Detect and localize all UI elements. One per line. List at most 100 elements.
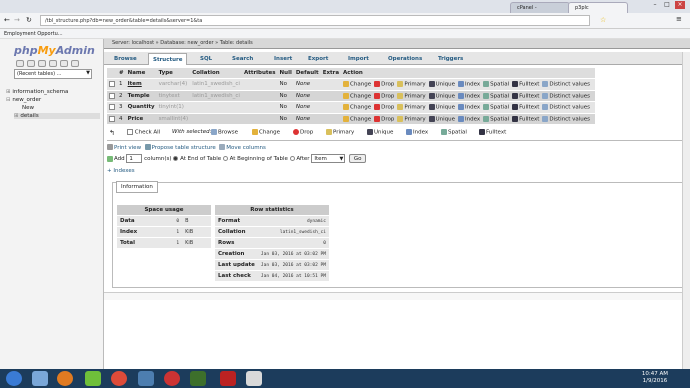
breadcrumb-server[interactable]: Server: localhost [112,40,154,46]
tab-sql[interactable]: SQL [196,53,216,65]
action-primary[interactable]: Primary [397,104,426,111]
action-primary[interactable]: Primary [397,115,426,122]
action-distinct-values[interactable]: Distinct values [542,104,590,111]
action-fulltext[interactable]: Fulltext [512,92,539,99]
action-spatial[interactable]: Spatial [483,104,509,111]
close-icon[interactable]: × [675,1,685,9]
tab-search[interactable]: Search [228,53,257,65]
settings-icon[interactable] [60,60,68,67]
end-of-table-radio[interactable] [173,156,179,161]
back-icon[interactable]: ← [4,16,10,24]
browser-tab[interactable]: cPanel - [510,2,570,13]
propose-structure-link[interactable]: Propose table structure [144,144,216,151]
action-drop[interactable]: Drop [374,115,394,122]
action-change[interactable]: Change [343,92,371,99]
filezilla-icon[interactable] [220,371,236,386]
reload-nav-icon[interactable] [71,60,79,67]
action-index[interactable]: Index [458,104,480,111]
action-distinct-values[interactable]: Distinct values [542,115,590,122]
action-change[interactable]: Change [343,81,371,88]
chrome-icon[interactable] [164,371,180,386]
row-checkbox[interactable] [109,104,115,110]
action-fulltext[interactable]: Fulltext [512,115,539,122]
action-change[interactable]: Change [343,115,371,122]
action-drop[interactable]: Drop [374,104,394,111]
tree-item-new[interactable]: New [22,105,34,111]
minimize-icon[interactable]: – [650,1,660,9]
firefox-icon[interactable] [57,371,73,386]
star-icon[interactable]: ☆ [600,16,606,24]
move-columns-link[interactable]: Move columns [219,144,266,151]
tab-triggers[interactable]: Triggers [434,53,467,65]
action-index[interactable]: Index [458,115,480,122]
check-all[interactable]: Check All [127,129,160,136]
row-checkbox[interactable] [109,81,115,87]
tab-export[interactable]: Export [304,53,332,65]
dreamweaver-icon[interactable] [190,371,206,386]
action-drop[interactable]: Drop [374,92,394,99]
tab-browse[interactable]: Browse [110,53,141,65]
tab-insert[interactable]: Insert [270,53,296,65]
action-spatial[interactable]: Spatial [483,92,509,99]
row-checkbox[interactable] [109,115,115,122]
docs-icon[interactable] [49,60,57,67]
chrome-icon[interactable] [111,371,127,386]
clock[interactable]: 10:47 AM 1/9/2016 [642,371,668,385]
ws-fulltext-button[interactable]: Fulltext [479,129,506,136]
action-index[interactable]: Index [458,92,480,99]
tree-item-new-order[interactable]: ⊟ new_order [6,97,41,103]
start-icon[interactable] [6,371,22,386]
after-column-select[interactable]: Item ▼ [311,154,346,163]
tab-import[interactable]: Import [344,53,373,65]
home-icon[interactable] [16,60,24,67]
action-spatial[interactable]: Spatial [483,115,509,122]
browser-tab-active[interactable]: p3plc [568,2,628,13]
action-drop[interactable]: Drop [374,81,394,88]
after-radio[interactable] [289,156,295,161]
breadcrumb-database[interactable]: Database: new_order [160,40,213,46]
logout-icon[interactable] [27,60,35,67]
action-index[interactable]: Index [458,81,480,88]
go-button[interactable]: Go [348,154,367,163]
tree-item-information-schema[interactable]: ⊞ information_schema [6,89,68,95]
action-distinct-values[interactable]: Distinct values [542,81,590,88]
ws-change-button[interactable]: Change [252,129,280,136]
action-fulltext[interactable]: Fulltext [512,81,539,88]
tab-structure[interactable]: Structure [148,53,188,65]
cell-name[interactable]: Item [125,78,157,90]
url-input[interactable]: /tbl_structure.php?db=new_order&table=de… [40,15,590,26]
menu-icon[interactable]: ≡ [676,15,682,23]
app-icon[interactable] [85,371,101,386]
recent-tables-select[interactable]: (Recent tables) ... ▼ [14,69,92,79]
ie-icon[interactable] [32,371,48,386]
scrollbar[interactable] [682,52,690,369]
ws-primary-button[interactable]: Primary [326,129,354,136]
ws-spatial-button[interactable]: Spatial [441,129,467,136]
action-unique[interactable]: Unique [428,115,455,122]
check-all-checkbox[interactable] [127,129,133,135]
action-unique[interactable]: Unique [428,104,455,111]
action-unique[interactable]: Unique [428,81,455,88]
app-icon[interactable] [246,371,262,386]
ws-browse-button[interactable]: Browse [211,129,238,136]
tab-operations[interactable]: Operations [384,53,426,65]
row-checkbox[interactable] [109,92,115,99]
action-spatial[interactable]: Spatial [483,81,509,88]
app-icon[interactable] [138,371,154,386]
maximize-icon[interactable]: □ [662,1,672,9]
column-count-input[interactable]: 1 [126,154,143,163]
action-unique[interactable]: Unique [428,92,455,99]
breadcrumb-table[interactable]: Table: details [220,40,253,46]
tree-item-details[interactable]: ⊞ details [14,113,100,119]
action-distinct-values[interactable]: Distinct values [542,92,590,99]
print-view-link[interactable]: Print view [107,144,141,151]
sql-query-icon[interactable] [38,60,46,67]
ws-index-button[interactable]: Index [406,129,428,136]
action-primary[interactable]: Primary [397,81,426,88]
indexes-toggle[interactable]: + Indexes [107,168,135,174]
action-primary[interactable]: Primary [397,92,426,99]
action-fulltext[interactable]: Fulltext [512,104,539,111]
phpmyadmin-logo[interactable]: phpMyAdmin [14,44,95,57]
action-change[interactable]: Change [343,104,371,111]
ws-drop-button[interactable]: Drop [293,129,313,136]
